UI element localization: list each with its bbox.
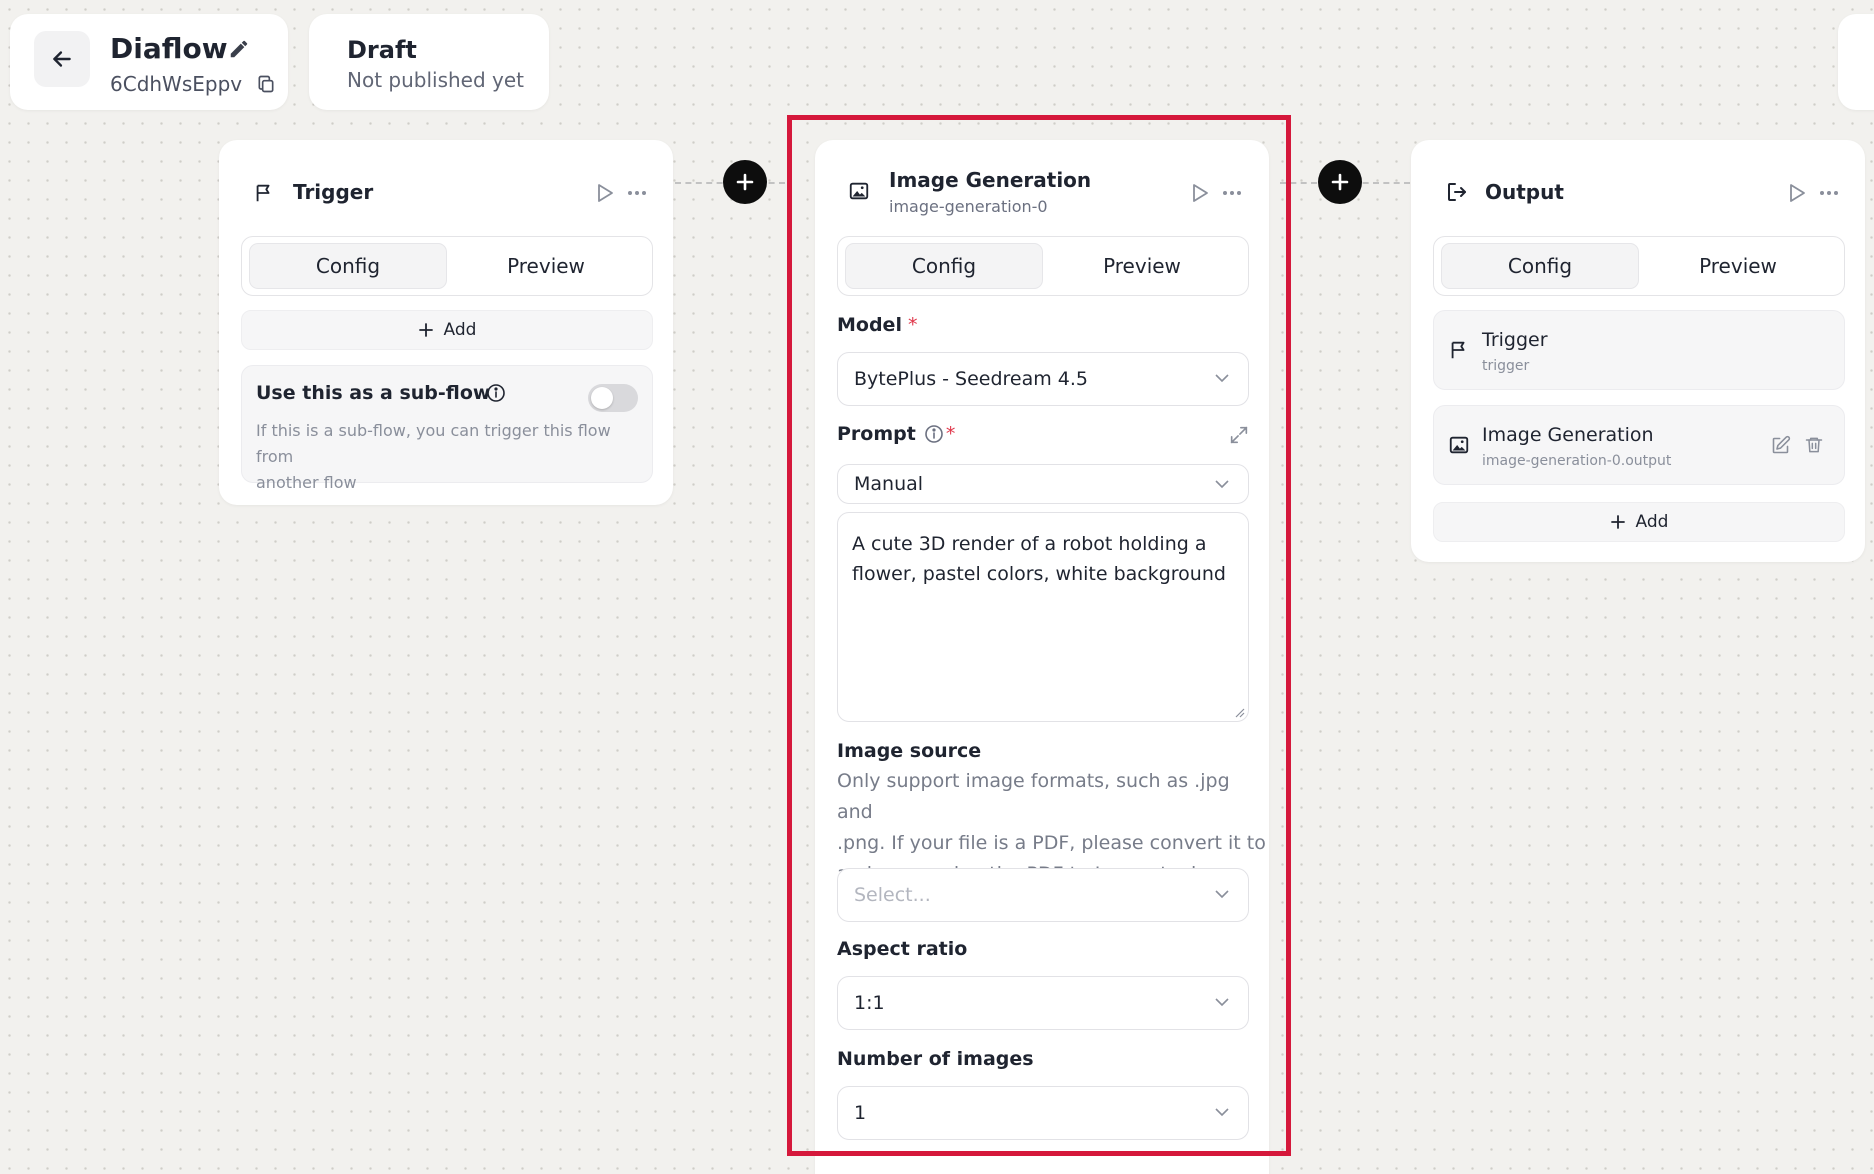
subflow-desc-line: If this is a sub-flow, you can trigger t… [256,421,611,466]
add-output-button[interactable]: Add [1433,502,1845,542]
image-icon [1449,436,1469,454]
tab-preview[interactable]: Preview [447,243,645,289]
play-icon[interactable] [1787,182,1807,204]
trash-icon[interactable] [1804,434,1824,456]
add-label: Add [1635,512,1669,532]
play-icon[interactable] [595,182,615,204]
plus-icon [1610,515,1625,529]
node-title: Output [1485,180,1564,204]
trigger-node[interactable]: Trigger Config Preview Add Use this as a… [219,140,673,505]
highlight-frame [787,115,1291,1156]
add-node-button[interactable] [723,160,767,204]
output-item[interactable]: Trigger trigger [1433,310,1845,390]
output-item[interactable]: Image Generation image-generation-0.outp… [1433,405,1845,485]
output-node[interactable]: Output Config Preview Trigger trigger Im… [1411,140,1865,562]
node-title: Trigger [293,180,374,204]
node-tabs: Config Preview [241,236,653,296]
toggle-knob [591,387,613,409]
offscreen-card [1838,14,1874,110]
status-subtitle: Not published yet [347,68,525,92]
subflow-description: If this is a sub-flow, you can trigger t… [256,418,652,496]
subflow-title: Use this as a sub-flow [256,382,491,404]
add-field-button[interactable]: Add [241,310,653,350]
add-label: Add [443,320,477,340]
flag-icon [256,184,270,202]
edit-icon[interactable] [1770,435,1791,456]
plus-icon [418,323,433,337]
output-item-sub: trigger [1482,358,1530,374]
flow-id: 6CdhWsEppv [110,72,243,96]
tab-config[interactable]: Config [249,243,447,289]
subflow-desc-line: another flow [256,473,357,492]
subflow-toggle[interactable] [588,384,638,412]
output-item-title: Trigger [1482,329,1548,351]
output-icon [1448,183,1466,201]
tab-preview[interactable]: Preview [1639,243,1837,289]
output-item-title: Image Generation [1482,424,1654,446]
flow-title-card: Diaflow 6CdhWsEppv [10,14,288,110]
node-tabs: Config Preview [1433,236,1845,296]
back-button[interactable] [34,31,90,87]
publish-status-card[interactable]: Draft Not published yet [309,14,549,110]
output-item-sub: image-generation-0.output [1482,453,1672,469]
tab-config[interactable]: Config [1441,243,1639,289]
copy-icon[interactable] [256,74,276,94]
pencil-icon[interactable] [228,38,250,60]
arrow-left-icon [53,51,71,67]
add-node-button[interactable] [1318,160,1362,204]
status-title: Draft [347,36,417,64]
more-icon[interactable] [627,190,647,196]
info-icon[interactable] [486,383,506,403]
subflow-setting: Use this as a sub-flow If this is a sub-… [241,365,653,492]
plus-icon [1331,173,1349,191]
more-icon[interactable] [1819,190,1839,196]
flag-icon [1451,341,1465,359]
flow-title: Diaflow [110,32,228,65]
plus-icon [736,173,754,191]
